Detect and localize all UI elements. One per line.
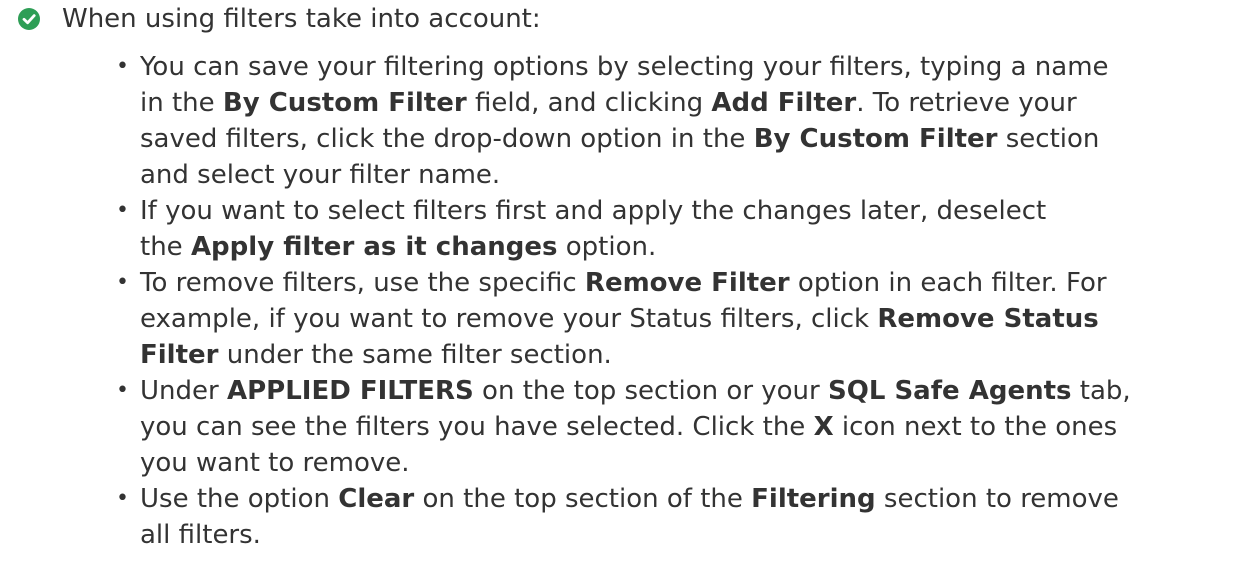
tip-item: • You can save your filtering options by … (116, 49, 1225, 193)
bullet-icon: • (116, 486, 129, 511)
bold-term: Clear (338, 484, 415, 514)
tip-item: • If you want to select filters first and… (116, 193, 1225, 265)
tip-text: If you want to select filters first and … (140, 196, 1047, 226)
tip-note: When using filters take into account: • Y… (0, 0, 1253, 581)
tip-text: field, and clicking (466, 88, 712, 118)
tip-item: • Use the option Clear on the top section… (116, 481, 1225, 553)
tip-list: • You can save your filtering options by … (116, 49, 1225, 553)
tip-line: and select your filter name. (140, 157, 1225, 193)
bullet-icon: • (116, 270, 129, 295)
tip-text: example, if you want to remove your Stat… (140, 304, 878, 334)
tip-item: • Under APPLIED FILTERS on the top sectio… (116, 373, 1225, 481)
tip-item: • To remove filters, use the specific Rem… (116, 265, 1225, 373)
bold-term: By Custom Filter (753, 124, 998, 154)
tip-text: you want to remove. (140, 448, 410, 478)
tip-text: all filters. (140, 520, 261, 550)
bold-term: APPLIED FILTERS (226, 376, 474, 406)
tip-line: saved filters, click the drop-down optio… (140, 121, 1225, 157)
tip-line: Use the option Clear on the top section … (140, 481, 1225, 517)
tip-line: You can save your filtering options by s… (140, 49, 1225, 85)
tip-text: To remove filters, use the specific (140, 268, 585, 298)
tip-text: You can save your filtering options by s… (140, 52, 1109, 82)
tip-text: in the (140, 88, 223, 118)
bold-term: Remove Filter (584, 268, 790, 298)
tip-text: on the top section or your (473, 376, 828, 406)
tip-text: the (140, 232, 191, 262)
bold-term: By Custom Filter (222, 88, 467, 118)
check-circle-bg (18, 8, 40, 30)
tip-text: . To retrieve your (856, 88, 1077, 118)
bullet-icon: • (116, 198, 129, 223)
tip-text: on the top section of the (414, 484, 752, 514)
bullet-icon: • (116, 54, 129, 79)
tip-text: icon next to the ones (833, 412, 1118, 442)
bold-term: Remove Status (877, 304, 1099, 334)
tip-line: you can see the filters you have selecte… (140, 409, 1225, 445)
tip-text: you can see the filters you have selecte… (140, 412, 814, 442)
tip-line: To remove filters, use the specific Remo… (140, 265, 1225, 301)
bold-term: Filter (140, 340, 219, 370)
tip-text: saved filters, click the drop-down optio… (140, 124, 754, 154)
tip-text: option in each filter. For (789, 268, 1107, 298)
bold-term: Filtering (751, 484, 876, 514)
tip-text: section (997, 124, 1100, 154)
tip-line: example, if you want to remove your Stat… (140, 301, 1225, 337)
bold-term: Apply filter as it changes (190, 232, 558, 262)
tip-text: under the same filter section. (218, 340, 612, 370)
tip-text: and select your filter name. (140, 160, 501, 190)
tip-text: Under (140, 376, 227, 406)
tip-text: section to remove (875, 484, 1119, 514)
tip-line: the Apply filter as it changes option. (140, 229, 1225, 265)
bold-term: SQL Safe Agents (828, 376, 1072, 406)
tip-text: Use the option (140, 484, 339, 514)
bullet-icon: • (116, 378, 129, 403)
tip-line: you want to remove. (140, 445, 1225, 481)
tip-line: in the By Custom Filter field, and click… (140, 85, 1225, 121)
check-circle-icon (18, 8, 40, 30)
bold-term: Add Filter (711, 88, 857, 118)
note-heading: When using filters take into account: (62, 4, 541, 34)
tip-text: option. (557, 232, 657, 262)
tip-text: tab, (1071, 376, 1131, 406)
tip-line: all filters. (140, 517, 1225, 553)
bold-term: X (813, 412, 834, 442)
tip-line: Filter under the same filter section. (140, 337, 1225, 373)
tip-line: If you want to select filters first and … (140, 193, 1225, 229)
tip-line: Under APPLIED FILTERS on the top section… (140, 373, 1225, 409)
